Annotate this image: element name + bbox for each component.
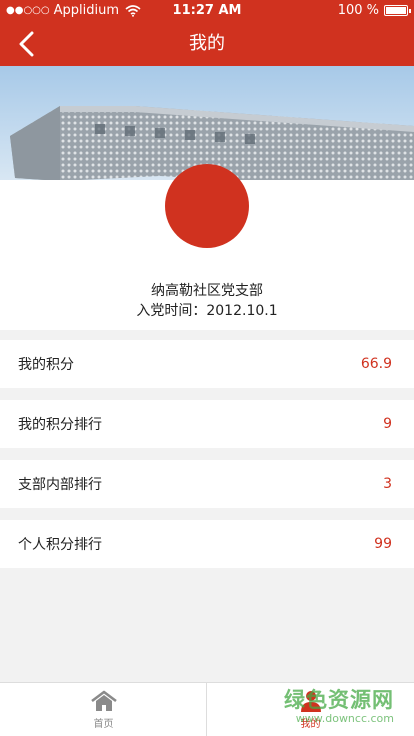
tab-label: 首页 xyxy=(93,719,114,730)
branch-internal-rank-row[interactable]: 支部内部排行 3 xyxy=(0,460,414,508)
row-value: 66.9 xyxy=(360,356,392,372)
status-right: 100 % xyxy=(337,3,411,18)
row-label: 我的积分 xyxy=(18,357,74,373)
nav-bar: 我的 xyxy=(0,22,414,66)
my-points-rank-row[interactable]: 我的积分排行 9 xyxy=(0,400,414,448)
row-label: 我的积分排行 xyxy=(18,417,102,433)
watermark-url: www.downcc.com xyxy=(295,712,394,725)
row-value: 3 xyxy=(383,476,392,492)
row-value: 99 xyxy=(374,536,392,552)
home-icon xyxy=(90,690,117,711)
row-label: 个人积分排行 xyxy=(18,537,102,553)
status-bar: ●●○○○ Applidium 11:27 AM 100 % xyxy=(0,0,414,22)
avatar[interactable] xyxy=(165,164,249,248)
row-label: 支部内部排行 xyxy=(18,477,102,493)
my-points-row[interactable]: 我的积分 66.9 xyxy=(0,340,414,388)
watermark-main: 绿色资源网 xyxy=(284,688,394,712)
branch-name: 纳高勒社区党支部 xyxy=(151,283,263,299)
join-date: 入党时间：2012.10.1 xyxy=(136,303,278,319)
page-title: 我的 xyxy=(189,33,225,54)
battery-icon xyxy=(384,5,411,16)
watermark: 绿色资源网 www.downcc.com xyxy=(284,684,394,725)
battery-percent: 100 % xyxy=(337,3,379,18)
personal-points-rank-row[interactable]: 个人积分排行 99 xyxy=(0,520,414,568)
tab-home[interactable]: 首页 xyxy=(0,683,207,736)
row-value: 9 xyxy=(383,416,392,432)
